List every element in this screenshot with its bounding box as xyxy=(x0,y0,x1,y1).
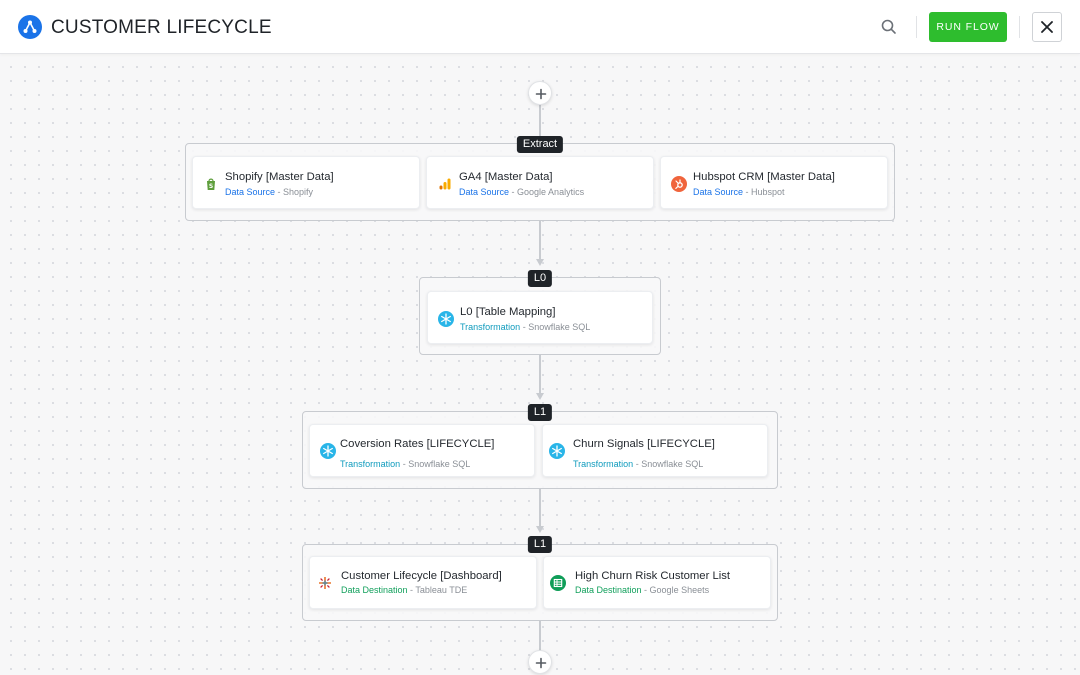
flow-logo-icon xyxy=(18,15,42,39)
connector-line xyxy=(539,489,541,526)
group-label-extract: Extract xyxy=(516,136,564,153)
google-sheets-icon xyxy=(550,575,566,591)
group-label-l1: L1 xyxy=(527,404,553,421)
add-step-button-top[interactable] xyxy=(528,81,552,105)
node-subtitle: Transformation - Snowflake SQL xyxy=(460,322,591,332)
search-button[interactable] xyxy=(879,17,899,37)
connector-line xyxy=(539,355,541,393)
node-conversion-rates[interactable]: Coversion Rates [LIFECYCLE] Transformati… xyxy=(309,424,535,477)
node-ga4[interactable]: GA4 [Master Data] Data Source - Google A… xyxy=(426,156,654,209)
connector-line xyxy=(539,221,541,259)
run-flow-button[interactable]: RUN FLOW xyxy=(929,12,1007,42)
node-title: High Churn Risk Customer List xyxy=(575,570,731,582)
hubspot-icon xyxy=(671,176,687,192)
group-label-l0: L0 xyxy=(527,270,553,287)
node-title: L0 [Table Mapping] xyxy=(460,306,556,318)
svg-text:S: S xyxy=(209,183,213,190)
search-icon xyxy=(881,19,896,34)
shopify-icon: S xyxy=(203,176,219,192)
node-subtitle: Data Source - Hubspot xyxy=(693,187,785,197)
node-churn-signals[interactable]: Churn Signals [LIFECYCLE] Transformation… xyxy=(542,424,768,477)
plus-icon xyxy=(535,88,547,100)
node-subtitle: Transformation - Snowflake SQL xyxy=(340,459,471,469)
node-title: Churn Signals [LIFECYCLE] xyxy=(573,438,715,450)
node-title: Coversion Rates [LIFECYCLE] xyxy=(340,438,495,450)
node-subtitle: Data Source - Google Analytics xyxy=(459,187,585,197)
page-title: CUSTOMER LIFECYCLE xyxy=(51,17,272,38)
node-title: GA4 [Master Data] xyxy=(459,171,553,183)
snowflake-icon xyxy=(320,443,336,459)
connector-line xyxy=(539,105,541,138)
node-l0-table-mapping[interactable]: L0 [Table Mapping] Transformation - Snow… xyxy=(427,291,653,344)
connector-arrow xyxy=(535,393,544,400)
node-title: Customer Lifecycle [Dashboard] xyxy=(341,570,502,582)
close-icon xyxy=(1041,21,1053,33)
plus-icon xyxy=(535,657,547,669)
connector-arrow xyxy=(535,526,544,533)
node-subtitle: Data Destination - Tableau TDE xyxy=(341,585,468,595)
node-hubspot[interactable]: Hubspot CRM [Master Data] Data Source - … xyxy=(660,156,888,209)
node-title: Hubspot CRM [Master Data] xyxy=(693,171,835,183)
header-divider xyxy=(916,16,917,38)
node-high-churn-risk-list[interactable]: High Churn Risk Customer List Data Desti… xyxy=(543,556,771,609)
node-subtitle: Data Source - Shopify xyxy=(225,187,314,197)
connector-line xyxy=(539,621,541,651)
connector-arrow xyxy=(535,259,544,266)
app-header: CUSTOMER LIFECYCLE RUN FLOW xyxy=(0,0,1080,54)
header-divider xyxy=(1019,16,1020,38)
google-analytics-icon xyxy=(437,176,453,192)
snowflake-icon xyxy=(438,311,454,327)
node-title: Shopify [Master Data] xyxy=(225,171,334,183)
node-subtitle: Data Destination - Google Sheets xyxy=(575,585,710,595)
node-customer-lifecycle-dashboard[interactable]: Customer Lifecycle [Dashboard] Data Dest… xyxy=(309,556,537,609)
snowflake-icon xyxy=(549,443,565,459)
node-subtitle: Transformation - Snowflake SQL xyxy=(573,459,704,469)
group-label-l1: L1 xyxy=(527,536,553,553)
close-button[interactable] xyxy=(1032,12,1062,42)
add-step-button-bottom[interactable] xyxy=(528,650,552,674)
node-shopify[interactable]: S Shopify [Master Data] Data Source - Sh… xyxy=(192,156,420,209)
tableau-icon xyxy=(317,575,333,591)
